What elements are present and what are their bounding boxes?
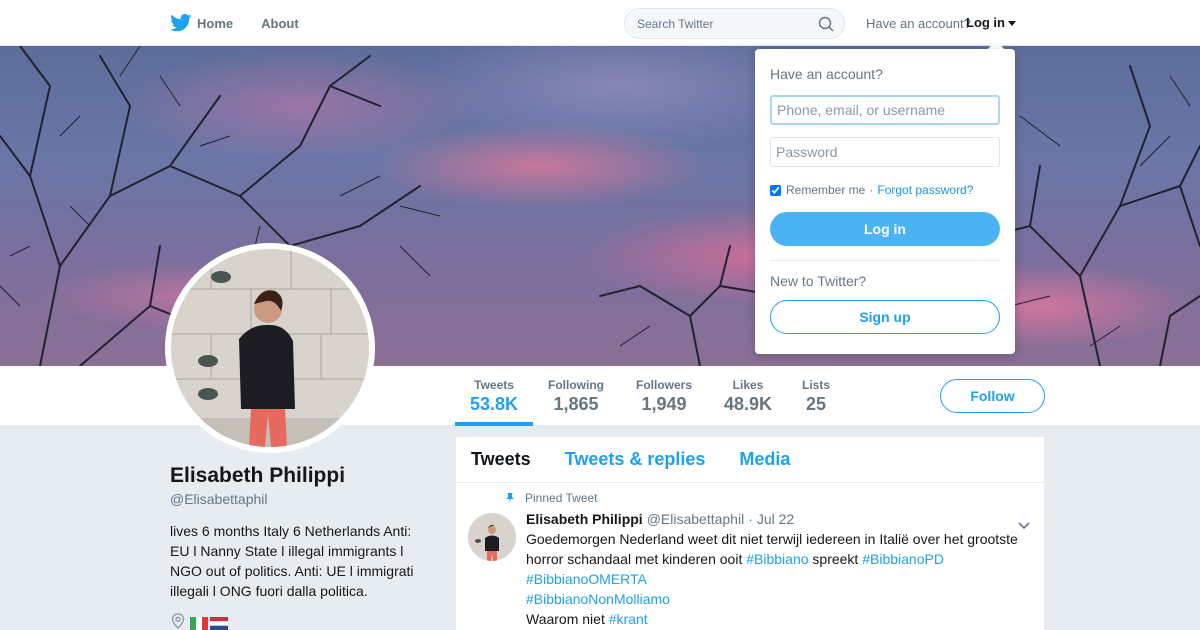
nav-left: Home About: [170, 0, 327, 46]
stat-label: Lists: [802, 378, 831, 392]
stat-value: 1,949: [641, 394, 687, 414]
stat-value: 53.8K: [470, 394, 519, 414]
separator: ·: [869, 183, 874, 197]
tweet-text-part: Waarom niet: [526, 611, 609, 627]
hashtag-link[interactable]: #krant: [609, 611, 648, 627]
tweet-line: #BibbianoNonMolliamo: [526, 589, 1026, 609]
stat-following[interactable]: Following 1,865: [548, 378, 604, 415]
stat-value: 25: [805, 394, 827, 414]
home-link[interactable]: Home: [170, 14, 233, 32]
divider: [770, 260, 1000, 261]
stat-lists[interactable]: Lists 25: [802, 378, 830, 415]
stat-label: Following: [548, 378, 604, 392]
username-field[interactable]: [770, 95, 1000, 125]
hashtag-link[interactable]: #BibbianoOMERTA: [526, 571, 647, 587]
profile-name: Elisabeth Philippi: [170, 464, 346, 487]
tweet-author-name[interactable]: Elisabeth Philippi: [526, 511, 643, 527]
caret-down-icon: [1008, 20, 1016, 26]
chevron-down-icon[interactable]: [1018, 517, 1030, 530]
remember-me-checkbox[interactable]: [770, 184, 781, 196]
netherlands-flag-icon: [210, 617, 228, 630]
tweet-separator: ·: [748, 511, 753, 527]
tweet-line: Waarom niet #krant: [526, 609, 1026, 629]
forgot-password-link[interactable]: Forgot password?: [877, 183, 973, 197]
tweet-line: horror schandaal met kinderen ooit #Bibb…: [526, 549, 1026, 569]
italy-flag-icon: [190, 617, 208, 630]
tweet-author-handle[interactable]: @Elisabettaphil: [647, 511, 745, 527]
search-input[interactable]: Search Twitter: [637, 17, 713, 31]
follow-button[interactable]: Follow: [940, 379, 1045, 413]
profile-bio: lives 6 months Italy 6 Netherlands Anti:…: [170, 523, 414, 599]
hashtag-link[interactable]: #BibbianoPD: [862, 551, 944, 567]
top-navigation: Home About Search Twitter Have an accoun…: [0, 0, 1200, 46]
stat-tweets[interactable]: Tweets 53.8K: [470, 378, 518, 415]
tweet-text: Goedemorgen Nederland weet dit niet terw…: [526, 529, 1026, 629]
profile-location: [170, 613, 228, 630]
stat-likes[interactable]: Likes 48.9K: [724, 378, 772, 415]
pinned-text: Pinned Tweet: [525, 491, 598, 505]
stat-value: 1,865: [553, 394, 599, 414]
about-link[interactable]: About: [261, 16, 299, 31]
stat-value: 48.9K: [724, 394, 773, 414]
login-toggle-label: Log in: [966, 15, 1005, 30]
location-icon: [170, 613, 186, 630]
login-button[interactable]: Log in: [770, 212, 1000, 246]
login-dropdown: Have an account? Remember me · Forgot pa…: [755, 49, 1015, 354]
tweet-text-part: spreekt: [808, 551, 863, 567]
home-label: Home: [197, 15, 234, 31]
timeline: Tweets Tweets & replies Media Pinned Twe…: [456, 437, 1044, 630]
tweet-header: Elisabeth Philippi @Elisabettaphil · Jul…: [526, 511, 794, 527]
dropdown-title: Have an account?: [770, 66, 883, 82]
search-box[interactable]: Search Twitter: [624, 8, 845, 39]
new-to-twitter-text: New to Twitter?: [770, 273, 867, 289]
tab-tweets[interactable]: Tweets: [471, 449, 531, 470]
remember-me-label[interactable]: Remember me: [786, 183, 865, 197]
password-field[interactable]: [770, 137, 1000, 167]
search-icon[interactable]: [818, 16, 834, 32]
hashtag-link[interactable]: #Bibbiano: [746, 551, 808, 567]
profile-handle[interactable]: @Elisabettaphil: [170, 491, 268, 507]
tab-media[interactable]: Media: [739, 449, 790, 470]
twitter-bird-icon: [170, 14, 192, 32]
hashtag-link[interactable]: #BibbianoNonMolliamo: [526, 591, 670, 607]
profile-avatar[interactable]: [165, 243, 375, 453]
login-toggle[interactable]: Log in: [966, 15, 1016, 30]
tab-tweets-replies[interactable]: Tweets & replies: [565, 449, 706, 470]
tweet-timestamp[interactable]: Jul 22: [757, 511, 794, 527]
stat-label: Followers: [636, 378, 693, 392]
tweet-avatar[interactable]: [468, 513, 516, 561]
tweet-line: Goedemorgen Nederland weet dit niet terw…: [526, 531, 1018, 547]
remember-row: Remember me · Forgot password?: [770, 183, 973, 197]
timeline-tabs: Tweets Tweets & replies Media: [456, 437, 1044, 483]
stat-label: Tweets: [474, 378, 514, 392]
pin-icon: [504, 492, 516, 504]
signup-button[interactable]: Sign up: [770, 300, 1000, 334]
tweet-line: #BibbianoOMERTA: [526, 569, 1026, 589]
stat-followers[interactable]: Followers 1,949: [636, 378, 692, 415]
have-account-text: Have an account?: [866, 16, 971, 31]
avatar-photo: [171, 249, 369, 447]
tweet-text-part: horror schandaal met kinderen ooit: [526, 551, 747, 567]
active-stat-underline: [455, 422, 533, 426]
pinned-label: Pinned Tweet: [504, 491, 598, 505]
stat-label: Likes: [732, 378, 764, 392]
